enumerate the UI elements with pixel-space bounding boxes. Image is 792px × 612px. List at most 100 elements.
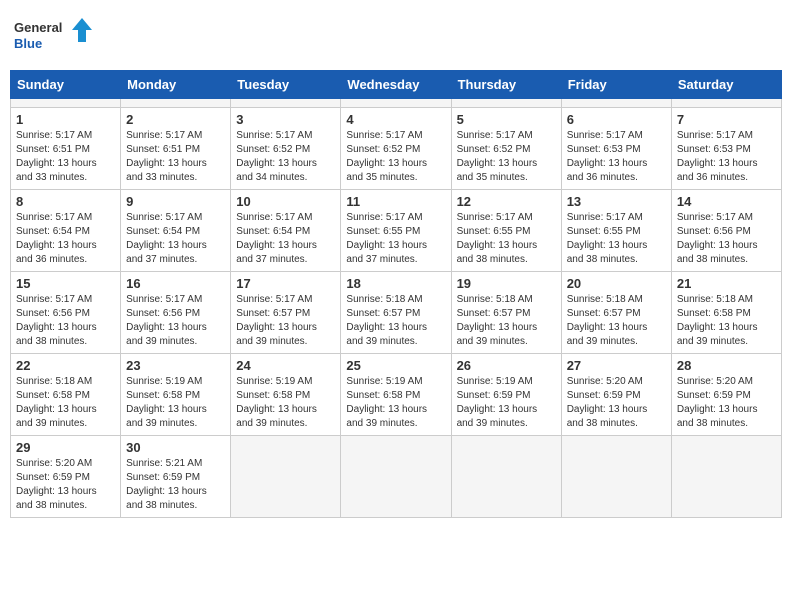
week-row-1 [11, 99, 782, 108]
day-info: Sunrise: 5:17 AM Sunset: 6:55 PM Dayligh… [457, 211, 556, 267]
day-info: Sunrise: 5:19 AM Sunset: 6:58 PM Dayligh… [236, 375, 335, 431]
day-info: Sunrise: 5:19 AM Sunset: 6:58 PM Dayligh… [346, 375, 445, 431]
calendar-cell [671, 436, 781, 518]
day-number: 8 [16, 194, 115, 209]
day-number: 9 [126, 194, 225, 209]
day-number: 18 [346, 276, 445, 291]
calendar-cell: 26 Sunrise: 5:19 AM Sunset: 6:59 PM Dayl… [451, 354, 561, 436]
day-number: 17 [236, 276, 335, 291]
calendar-cell: 3 Sunrise: 5:17 AM Sunset: 6:52 PM Dayli… [231, 108, 341, 190]
day-header-saturday: Saturday [671, 71, 781, 99]
calendar-cell [561, 99, 671, 108]
day-number: 16 [126, 276, 225, 291]
day-number: 4 [346, 112, 445, 127]
calendar-cell [671, 99, 781, 108]
calendar-cell: 27 Sunrise: 5:20 AM Sunset: 6:59 PM Dayl… [561, 354, 671, 436]
day-number: 11 [346, 194, 445, 209]
calendar-cell [231, 99, 341, 108]
header: General Blue [10, 10, 782, 62]
day-info: Sunrise: 5:19 AM Sunset: 6:59 PM Dayligh… [457, 375, 556, 431]
calendar-cell: 1 Sunrise: 5:17 AM Sunset: 6:51 PM Dayli… [11, 108, 121, 190]
week-row-4: 15 Sunrise: 5:17 AM Sunset: 6:56 PM Dayl… [11, 272, 782, 354]
day-number: 12 [457, 194, 556, 209]
calendar-cell [341, 436, 451, 518]
calendar-cell: 20 Sunrise: 5:18 AM Sunset: 6:57 PM Dayl… [561, 272, 671, 354]
day-info: Sunrise: 5:20 AM Sunset: 6:59 PM Dayligh… [16, 457, 115, 513]
day-info: Sunrise: 5:17 AM Sunset: 6:52 PM Dayligh… [457, 129, 556, 185]
day-info: Sunrise: 5:17 AM Sunset: 6:55 PM Dayligh… [346, 211, 445, 267]
day-info: Sunrise: 5:17 AM Sunset: 6:52 PM Dayligh… [236, 129, 335, 185]
day-info: Sunrise: 5:17 AM Sunset: 6:55 PM Dayligh… [567, 211, 666, 267]
day-number: 19 [457, 276, 556, 291]
calendar-cell: 29 Sunrise: 5:20 AM Sunset: 6:59 PM Dayl… [11, 436, 121, 518]
day-number: 1 [16, 112, 115, 127]
week-row-6: 29 Sunrise: 5:20 AM Sunset: 6:59 PM Dayl… [11, 436, 782, 518]
day-header-friday: Friday [561, 71, 671, 99]
calendar-cell [451, 436, 561, 518]
calendar-cell [451, 99, 561, 108]
calendar-cell: 13 Sunrise: 5:17 AM Sunset: 6:55 PM Dayl… [561, 190, 671, 272]
calendar-cell: 30 Sunrise: 5:21 AM Sunset: 6:59 PM Dayl… [121, 436, 231, 518]
day-number: 6 [567, 112, 666, 127]
calendar-cell: 16 Sunrise: 5:17 AM Sunset: 6:56 PM Dayl… [121, 272, 231, 354]
day-number: 20 [567, 276, 666, 291]
calendar-cell: 2 Sunrise: 5:17 AM Sunset: 6:51 PM Dayli… [121, 108, 231, 190]
calendar-cell: 19 Sunrise: 5:18 AM Sunset: 6:57 PM Dayl… [451, 272, 561, 354]
calendar-cell [231, 436, 341, 518]
day-info: Sunrise: 5:18 AM Sunset: 6:57 PM Dayligh… [346, 293, 445, 349]
day-number: 14 [677, 194, 776, 209]
day-number: 7 [677, 112, 776, 127]
day-info: Sunrise: 5:17 AM Sunset: 6:54 PM Dayligh… [236, 211, 335, 267]
calendar-cell: 12 Sunrise: 5:17 AM Sunset: 6:55 PM Dayl… [451, 190, 561, 272]
day-number: 28 [677, 358, 776, 373]
calendar-cell [121, 99, 231, 108]
day-header-tuesday: Tuesday [231, 71, 341, 99]
day-number: 5 [457, 112, 556, 127]
day-number: 15 [16, 276, 115, 291]
day-info: Sunrise: 5:20 AM Sunset: 6:59 PM Dayligh… [567, 375, 666, 431]
day-number: 26 [457, 358, 556, 373]
day-number: 22 [16, 358, 115, 373]
day-number: 21 [677, 276, 776, 291]
calendar-cell: 25 Sunrise: 5:19 AM Sunset: 6:58 PM Dayl… [341, 354, 451, 436]
week-row-5: 22 Sunrise: 5:18 AM Sunset: 6:58 PM Dayl… [11, 354, 782, 436]
day-info: Sunrise: 5:17 AM Sunset: 6:54 PM Dayligh… [126, 211, 225, 267]
general-blue-logo-icon: General Blue [14, 16, 94, 56]
calendar-cell [341, 99, 451, 108]
day-info: Sunrise: 5:17 AM Sunset: 6:53 PM Dayligh… [567, 129, 666, 185]
calendar-cell: 22 Sunrise: 5:18 AM Sunset: 6:58 PM Dayl… [11, 354, 121, 436]
day-number: 29 [16, 440, 115, 455]
calendar-cell: 7 Sunrise: 5:17 AM Sunset: 6:53 PM Dayli… [671, 108, 781, 190]
day-number: 10 [236, 194, 335, 209]
calendar-cell: 14 Sunrise: 5:17 AM Sunset: 6:56 PM Dayl… [671, 190, 781, 272]
day-info: Sunrise: 5:19 AM Sunset: 6:58 PM Dayligh… [126, 375, 225, 431]
logo: General Blue [14, 16, 94, 56]
calendar-cell: 9 Sunrise: 5:17 AM Sunset: 6:54 PM Dayli… [121, 190, 231, 272]
calendar-cell: 4 Sunrise: 5:17 AM Sunset: 6:52 PM Dayli… [341, 108, 451, 190]
day-number: 23 [126, 358, 225, 373]
day-number: 24 [236, 358, 335, 373]
day-header-sunday: Sunday [11, 71, 121, 99]
calendar-cell: 17 Sunrise: 5:17 AM Sunset: 6:57 PM Dayl… [231, 272, 341, 354]
day-info: Sunrise: 5:17 AM Sunset: 6:54 PM Dayligh… [16, 211, 115, 267]
day-number: 27 [567, 358, 666, 373]
svg-text:General: General [14, 20, 62, 35]
calendar-table: SundayMondayTuesdayWednesdayThursdayFrid… [10, 70, 782, 518]
day-info: Sunrise: 5:17 AM Sunset: 6:56 PM Dayligh… [677, 211, 776, 267]
day-number: 13 [567, 194, 666, 209]
day-info: Sunrise: 5:21 AM Sunset: 6:59 PM Dayligh… [126, 457, 225, 513]
day-info: Sunrise: 5:18 AM Sunset: 6:58 PM Dayligh… [16, 375, 115, 431]
calendar-cell: 6 Sunrise: 5:17 AM Sunset: 6:53 PM Dayli… [561, 108, 671, 190]
calendar-cell: 11 Sunrise: 5:17 AM Sunset: 6:55 PM Dayl… [341, 190, 451, 272]
day-number: 3 [236, 112, 335, 127]
calendar-cell: 18 Sunrise: 5:18 AM Sunset: 6:57 PM Dayl… [341, 272, 451, 354]
day-number: 25 [346, 358, 445, 373]
day-info: Sunrise: 5:18 AM Sunset: 6:58 PM Dayligh… [677, 293, 776, 349]
calendar-cell: 28 Sunrise: 5:20 AM Sunset: 6:59 PM Dayl… [671, 354, 781, 436]
calendar-header-row: SundayMondayTuesdayWednesdayThursdayFrid… [11, 71, 782, 99]
week-row-2: 1 Sunrise: 5:17 AM Sunset: 6:51 PM Dayli… [11, 108, 782, 190]
calendar-cell: 15 Sunrise: 5:17 AM Sunset: 6:56 PM Dayl… [11, 272, 121, 354]
week-row-3: 8 Sunrise: 5:17 AM Sunset: 6:54 PM Dayli… [11, 190, 782, 272]
svg-text:Blue: Blue [14, 36, 42, 51]
day-info: Sunrise: 5:17 AM Sunset: 6:56 PM Dayligh… [16, 293, 115, 349]
